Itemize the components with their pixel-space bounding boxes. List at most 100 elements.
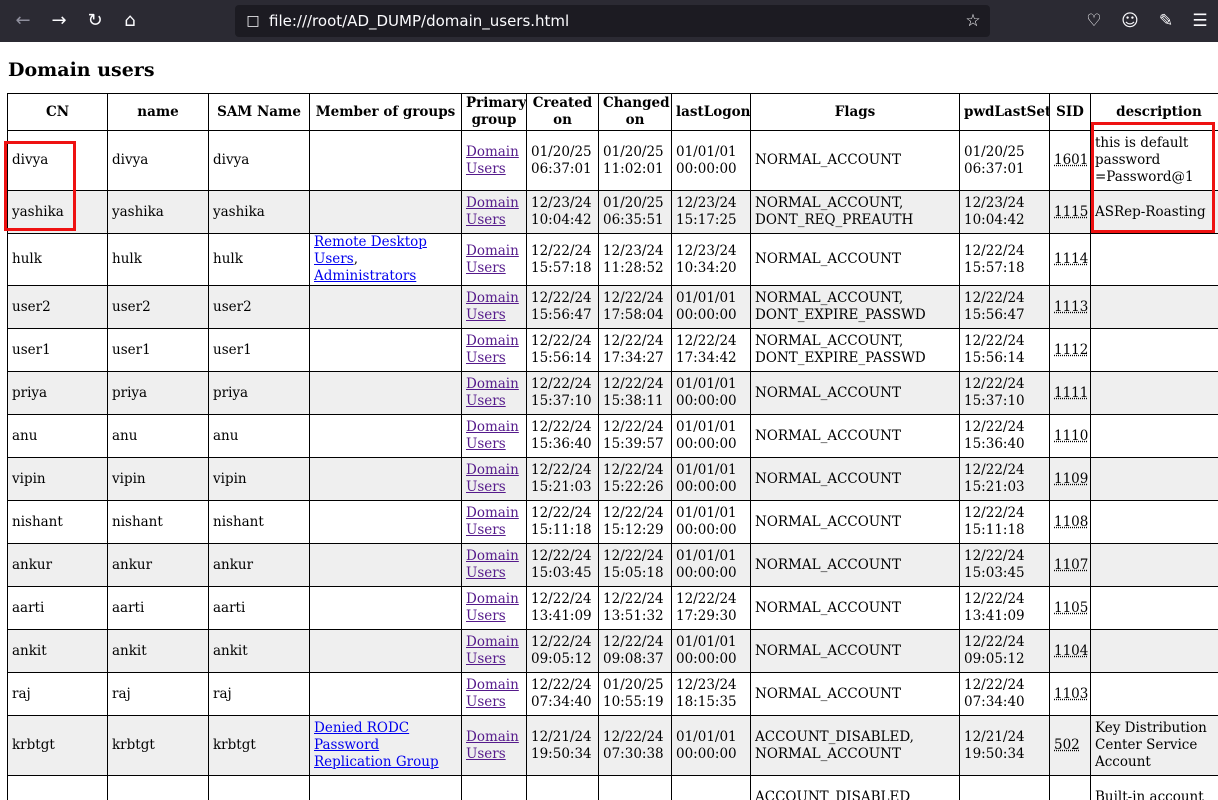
cell-groups	[309, 457, 462, 501]
cell-groups	[309, 285, 462, 329]
cell-sam: user2	[208, 285, 310, 329]
primary-group-link[interactable]: Domain Users	[466, 729, 519, 762]
table-row: ACCOUNT_DISABLED Built-in account	[7, 775, 1218, 800]
cell-sid: 1601	[1049, 130, 1091, 191]
sid-value: 1113	[1054, 298, 1089, 315]
cell-changed: 12/22/24 13:51:32	[598, 586, 672, 630]
menu-icon[interactable]: ☰	[1185, 6, 1215, 36]
cell-pwdlastset: 12/21/24 19:50:34	[959, 715, 1050, 776]
primary-group-link[interactable]: Domain Users	[466, 144, 519, 177]
cell-primary: Domain Users	[461, 586, 527, 630]
primary-group-link[interactable]: Domain Users	[466, 591, 519, 624]
table-row: raj raj raj Domain Users 12/22/24 07:34:40 01…	[7, 672, 1218, 716]
primary-group-link[interactable]: Domain Users	[466, 505, 519, 538]
column-header: name	[107, 93, 209, 131]
cell-cn: hulk	[7, 233, 108, 286]
column-header: lastLogon	[671, 93, 751, 131]
cell-groups	[309, 775, 462, 800]
sid-value: 1104	[1054, 642, 1089, 659]
sid-value: 1115	[1054, 203, 1089, 220]
cell-created: 12/22/24 13:41:09	[526, 586, 599, 630]
cell-name: ankur	[107, 543, 209, 587]
table-row: vipin vipin vipin Domain Users 12/22/24 15:2…	[7, 457, 1218, 501]
group-link[interactable]: Administrators	[314, 268, 416, 284]
cell-created: 12/22/24 15:36:40	[526, 414, 599, 458]
forward-icon[interactable]: →	[44, 6, 74, 36]
cell-created: 12/22/24 15:37:10	[526, 371, 599, 415]
column-header: pwdLastSet	[959, 93, 1050, 131]
cell-primary: Domain Users	[461, 457, 527, 501]
primary-group-link[interactable]: Domain Users	[466, 290, 519, 323]
account-icon[interactable]: ☺	[1115, 6, 1145, 36]
sid-value: 1110	[1054, 427, 1089, 444]
column-header: Primary group	[461, 93, 527, 131]
primary-group-link[interactable]: Domain Users	[466, 462, 519, 495]
home-icon[interactable]: ⌂	[115, 6, 145, 36]
cell-pwdlastset: 12/22/24 15:56:14	[959, 328, 1050, 372]
cell-groups	[309, 586, 462, 630]
cell-primary: Domain Users	[461, 414, 527, 458]
pocket-icon[interactable]: ♡	[1079, 6, 1109, 36]
cell-sid: 1107	[1049, 543, 1091, 587]
cell-description	[1090, 233, 1218, 286]
column-header: Created on	[526, 93, 599, 131]
cell-lastlogon: 01/01/01 00:00:00	[671, 629, 751, 673]
domain-users-table: CN name SAM Name Member of groups Primary gr…	[7, 93, 1218, 800]
cell-groups	[309, 328, 462, 372]
cell-lastlogon: 01/01/01 00:00:00	[671, 543, 751, 587]
cell-lastlogon: 12/22/24 17:34:42	[671, 328, 751, 372]
browser-toolbar: ← → ↻ ⌂ □ file:///root/AD_DUMP/domain_us…	[0, 0, 1218, 42]
sid-value: 1105	[1054, 599, 1089, 616]
cell-flags: NORMAL_ACCOUNT	[750, 500, 960, 544]
sid-value: 1601	[1054, 152, 1089, 168]
table-row: anu anu anu Domain Users 12/22/24 15:36:40 12…	[7, 414, 1218, 458]
primary-group-link[interactable]: Domain Users	[466, 376, 519, 409]
cell-primary	[461, 775, 527, 800]
sid-value: 1111	[1054, 384, 1089, 401]
url-bar[interactable]: □ file:///root/AD_DUMP/domain_users.html…	[235, 5, 990, 37]
column-header: SAM Name	[208, 93, 310, 131]
table-row: ankit ankit ankit Domain Users 12/22/24 09:0…	[7, 629, 1218, 673]
sid-value: 502	[1054, 737, 1080, 753]
cell-primary: Domain Users	[461, 190, 527, 234]
cell-name: user1	[107, 328, 209, 372]
cell-flags: NORMAL_ACCOUNT	[750, 457, 960, 501]
cell-primary: Domain Users	[461, 233, 527, 286]
cell-description: Key Distribution Center Service Account	[1090, 715, 1218, 776]
primary-group-link[interactable]: Domain Users	[466, 548, 519, 581]
cell-pwdlastset	[959, 775, 1050, 800]
cell-pwdlastset: 12/22/24 15:56:47	[959, 285, 1050, 329]
primary-group-link[interactable]: Domain Users	[466, 333, 519, 366]
group-link[interactable]: Remote Desktop Users	[314, 235, 427, 268]
cell-sid: 502	[1049, 715, 1091, 776]
cell-pwdlastset: 01/20/25 06:37:01	[959, 130, 1050, 191]
cell-sid: 1115	[1049, 190, 1091, 234]
primary-group-link[interactable]: Domain Users	[466, 634, 519, 667]
reload-icon[interactable]: ↻	[80, 6, 110, 36]
cell-flags: NORMAL_ACCOUNT, DONT_EXPIRE_PASSWD	[750, 328, 960, 372]
cell-description: this is default password =Password@1	[1090, 130, 1218, 191]
cell-cn: yashika	[7, 190, 108, 234]
cell-pwdlastset: 12/23/24 10:04:42	[959, 190, 1050, 234]
sid-value: 1108	[1054, 513, 1089, 530]
group-link[interactable]: Denied RODC Password Replication Group	[314, 720, 439, 770]
primary-group-link[interactable]: Domain Users	[466, 677, 519, 710]
cell-sid: 1103	[1049, 672, 1091, 716]
primary-group-link[interactable]: Domain Users	[466, 243, 519, 276]
cell-created: 12/22/24 15:11:18	[526, 500, 599, 544]
url-text[interactable]: file:///root/AD_DUMP/domain_users.html	[269, 5, 569, 37]
primary-group-link[interactable]: Domain Users	[466, 195, 519, 228]
cell-name: krbtgt	[107, 715, 209, 776]
extensions-icon[interactable]: ✎	[1151, 6, 1181, 36]
cell-name	[107, 775, 209, 800]
cell-description	[1090, 586, 1218, 630]
bookmark-star-icon[interactable]: ☆	[962, 10, 984, 32]
cell-pwdlastset: 12/22/24 09:05:12	[959, 629, 1050, 673]
back-icon[interactable]: ←	[8, 6, 38, 36]
cell-primary: Domain Users	[461, 371, 527, 415]
cell-cn: krbtgt	[7, 715, 108, 776]
cell-lastlogon: 01/01/01 00:00:00	[671, 715, 751, 776]
primary-group-link[interactable]: Domain Users	[466, 419, 519, 452]
cell-description: ASRep-Roasting	[1090, 190, 1218, 234]
page-content: Domain users CN name SAM Name Member of gro…	[0, 42, 1218, 800]
